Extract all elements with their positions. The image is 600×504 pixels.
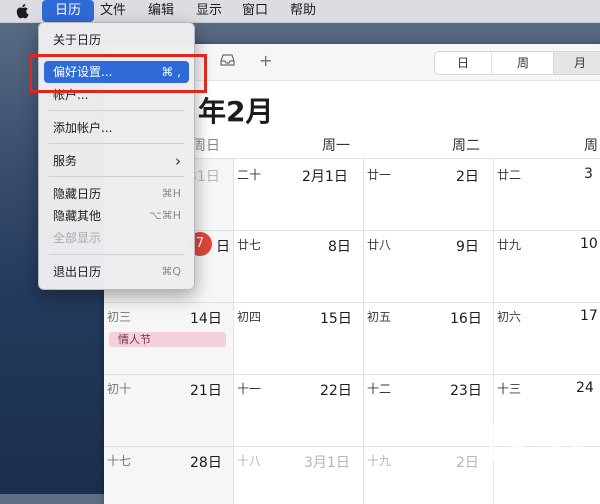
weekday-wed: 周 xyxy=(584,138,598,154)
lunar-date: 廿九 xyxy=(497,238,522,252)
month-title: 年2月 xyxy=(198,95,274,128)
lunar-date: 初四 xyxy=(237,310,262,324)
lunar-date: 二十 xyxy=(237,168,262,182)
lunar-date: 初三 xyxy=(107,310,132,324)
weekday-mon: 周一 xyxy=(322,138,350,154)
lunar-date: 十三 xyxy=(497,382,522,396)
day-number[interactable]: 21日 xyxy=(190,380,222,400)
menu-item-show-all: 全部显示 xyxy=(53,231,102,245)
tab-month[interactable]: 月 xyxy=(553,52,600,74)
day-number[interactable]: 15日 xyxy=(320,308,352,328)
lunar-date: 初六 xyxy=(497,310,522,324)
inbox-icon[interactable] xyxy=(220,54,235,70)
menu-separator xyxy=(49,254,184,255)
grid-line xyxy=(104,302,600,303)
menubar-help[interactable]: 帮助 xyxy=(290,0,316,22)
day-number[interactable]: 17 xyxy=(580,308,598,324)
menu-bar: 日历 文件 编辑 显示 窗口 帮助 xyxy=(0,0,600,23)
grid-line xyxy=(104,374,600,375)
watermark-logo xyxy=(475,419,591,469)
day-number[interactable]: 8日 xyxy=(328,236,351,256)
day-number[interactable]: 日 xyxy=(216,236,230,256)
menubar-window[interactable]: 窗口 xyxy=(242,0,268,22)
lunar-date: 十七 xyxy=(107,454,132,468)
day-number[interactable]: 24 xyxy=(576,380,594,396)
chevron-right-icon: › xyxy=(175,152,181,170)
day-number[interactable]: 9日 xyxy=(456,236,479,256)
menubar-calendar[interactable]: 日历 xyxy=(42,0,94,22)
weekday-tue: 周二 xyxy=(452,138,480,154)
menu-item-hide-calendar[interactable]: 隐藏日历 ⌘H xyxy=(39,183,194,205)
day-number[interactable]: 2日 xyxy=(456,166,479,186)
day-number[interactable]: 2月1日 xyxy=(302,166,348,186)
day-number[interactable]: 28日 xyxy=(190,452,222,472)
lunar-date: 廿一 xyxy=(367,168,392,182)
lunar-date: 初十 xyxy=(107,382,132,396)
add-event-button[interactable]: + xyxy=(259,51,272,70)
lunar-date: 廿七 xyxy=(237,238,262,252)
day-number[interactable]: 22日 xyxy=(320,380,352,400)
menu-separator xyxy=(49,176,184,177)
grid-line xyxy=(233,158,234,504)
highlight-annotation xyxy=(29,54,207,93)
lunar-date: 十二 xyxy=(367,382,392,396)
day-number[interactable]: 3 xyxy=(584,166,593,182)
lunar-date: 十九 xyxy=(367,454,392,468)
day-number[interactable]: 23日 xyxy=(450,380,482,400)
menubar-file[interactable]: 文件 xyxy=(100,0,126,22)
lunar-date: 十八 xyxy=(237,454,262,468)
menu-item-about[interactable]: 关于日历 xyxy=(39,29,194,51)
lunar-date: 廿二 xyxy=(497,168,522,182)
menu-item-hide-others[interactable]: 隐藏其他 ⌥⌘H xyxy=(39,205,194,227)
menu-separator xyxy=(49,143,184,144)
day-number[interactable]: 14日 xyxy=(190,308,222,328)
weekday-sun: 周日 xyxy=(192,138,220,154)
lunar-date: 廿八 xyxy=(367,238,392,252)
menubar-view[interactable]: 显示 xyxy=(196,0,222,22)
apple-icon[interactable] xyxy=(15,3,29,19)
menu-item-quit[interactable]: 退出日历 ⌘Q xyxy=(39,261,194,283)
menubar-edit[interactable]: 编辑 xyxy=(148,0,174,22)
day-number[interactable]: 3月1日 xyxy=(304,452,350,472)
lunar-date: 初五 xyxy=(367,310,392,324)
menu-item-services[interactable]: 服务 › xyxy=(39,150,194,172)
tab-day[interactable]: 日 xyxy=(435,52,491,74)
day-number[interactable]: 16日 xyxy=(450,308,482,328)
event-valentines-day[interactable]: 情人节 xyxy=(109,332,226,347)
day-number[interactable]: 10 xyxy=(580,236,598,252)
lunar-date: 十一 xyxy=(237,382,262,396)
tab-week[interactable]: 周 xyxy=(491,52,554,74)
view-segmented-control: 日 周 月 xyxy=(434,51,600,75)
menu-separator xyxy=(49,110,184,111)
menu-item-add-account[interactable]: 添加帐户... xyxy=(39,117,194,139)
grid-line xyxy=(363,158,364,504)
